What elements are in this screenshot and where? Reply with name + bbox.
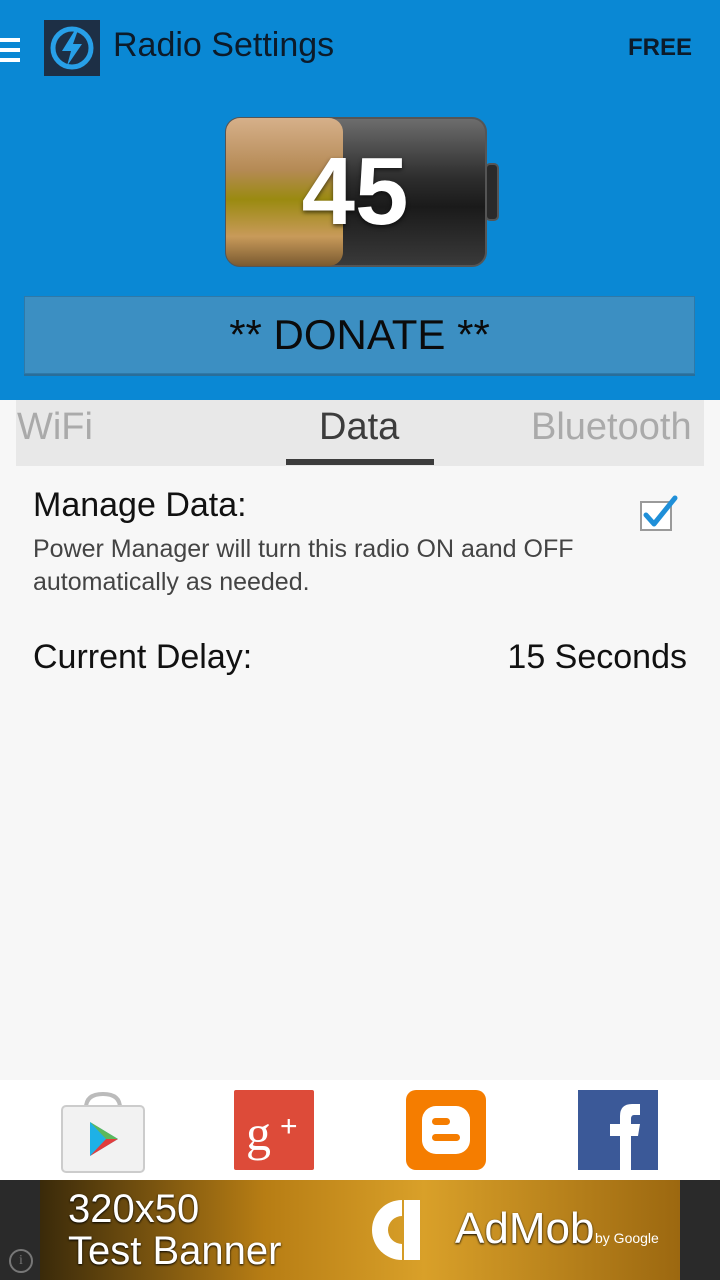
svg-text:+: + [280,1110,298,1143]
current-delay-value[interactable]: 15 Seconds [507,638,687,677]
facebook-icon[interactable] [578,1090,658,1170]
social-links-bar: g + [0,1080,720,1180]
app-header: Radio Settings FREE 45 ** DONATE ** [0,0,720,400]
ad-size-label: 320x50 [68,1187,200,1231]
info-icon[interactable]: i [9,1249,33,1273]
admob-logo-icon [362,1194,442,1266]
blogger-icon[interactable] [406,1090,486,1170]
ad-image[interactable]: 320x50 Test Banner AdMob by Google [40,1180,680,1280]
donate-button[interactable]: ** DONATE ** [24,296,695,374]
ad-banner[interactable]: 320x50 Test Banner AdMob by Google i [0,1180,720,1280]
admob-brand: AdMob [455,1204,595,1253]
manage-data-description: Power Manager will turn this radio ON aa… [33,535,574,596]
admob-byline: by Google [595,1230,659,1246]
manage-data-label: Manage Data: [33,486,247,524]
google-plus-icon[interactable]: g + [234,1090,314,1170]
tab-wifi[interactable]: WiFi [17,406,93,449]
svg-text:g: g [246,1105,271,1161]
play-store-icon[interactable] [60,1090,145,1173]
active-tab-indicator [286,459,434,465]
lightning-app-icon[interactable] [44,20,100,76]
battery-gauge: 45 [224,116,500,268]
tab-bluetooth[interactable]: Bluetooth [531,406,692,449]
manage-data-checkbox[interactable] [638,494,678,534]
current-delay-label: Current Delay: [33,638,253,676]
radio-tabs: WiFi Data Bluetooth [16,400,704,466]
menu-icon[interactable] [0,34,22,66]
ad-text: 320x50 Test Banner [68,1188,281,1272]
tab-data[interactable]: Data [319,406,399,449]
battery-level-text: 45 [301,138,409,245]
ad-test-label: Test Banner [68,1229,282,1273]
free-badge: FREE [627,34,692,61]
page-title: Radio Settings [113,26,335,64]
